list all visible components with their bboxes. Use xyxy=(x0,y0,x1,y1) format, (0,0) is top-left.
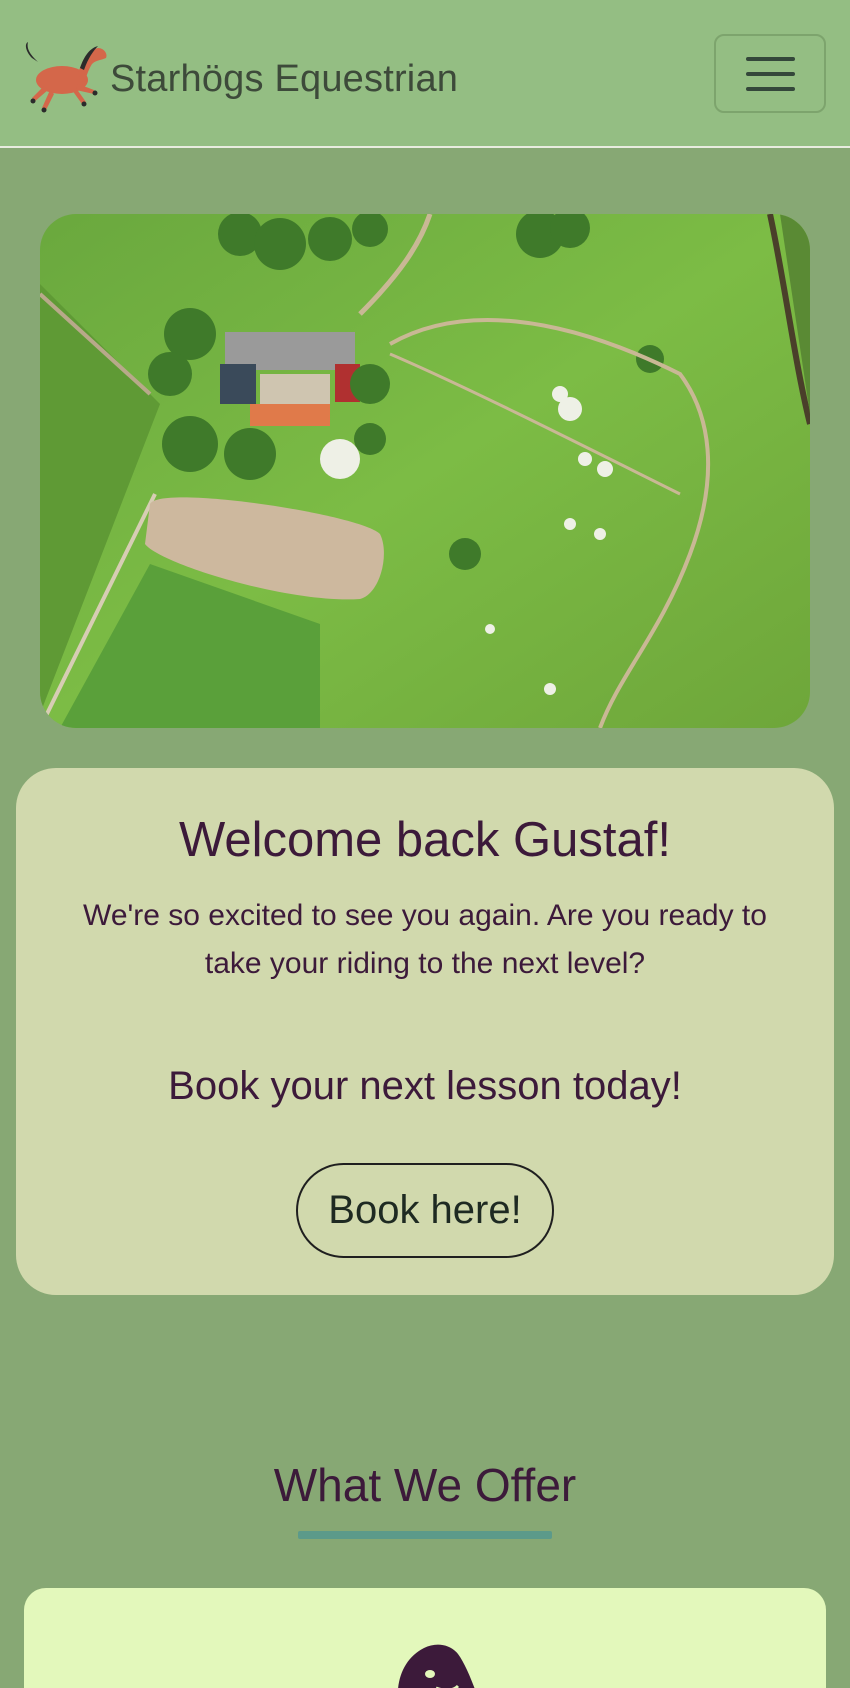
welcome-card: Welcome back Gustaf! We're so excited to… xyxy=(16,768,834,1295)
welcome-message: We're so excited to see you again. Are y… xyxy=(83,899,767,980)
hero-image xyxy=(40,214,810,728)
navbar: Starhögs Equestrian xyxy=(0,0,850,148)
hamburger-menu-icon xyxy=(745,86,795,91)
book-here-button[interactable]: Book here! xyxy=(296,1163,554,1258)
horse-head-icon xyxy=(398,1644,475,1688)
brand-name: Starhögs Equestrian xyxy=(110,57,459,100)
hamburger-menu-icon xyxy=(745,71,795,76)
booking-subheading: Book your next lesson today! xyxy=(168,1064,682,1108)
welcome-heading: Welcome back Gustaf! xyxy=(178,813,671,867)
running-horse-icon xyxy=(25,42,107,113)
offer-title: What We Offer xyxy=(273,1459,577,1511)
offer-card xyxy=(24,1588,826,1688)
menu-toggle-button[interactable] xyxy=(714,34,826,113)
hamburger-menu-icon xyxy=(745,56,795,61)
brand-link[interactable]: Starhögs Equestrian xyxy=(22,38,458,120)
offer-title-underline xyxy=(298,1531,552,1539)
